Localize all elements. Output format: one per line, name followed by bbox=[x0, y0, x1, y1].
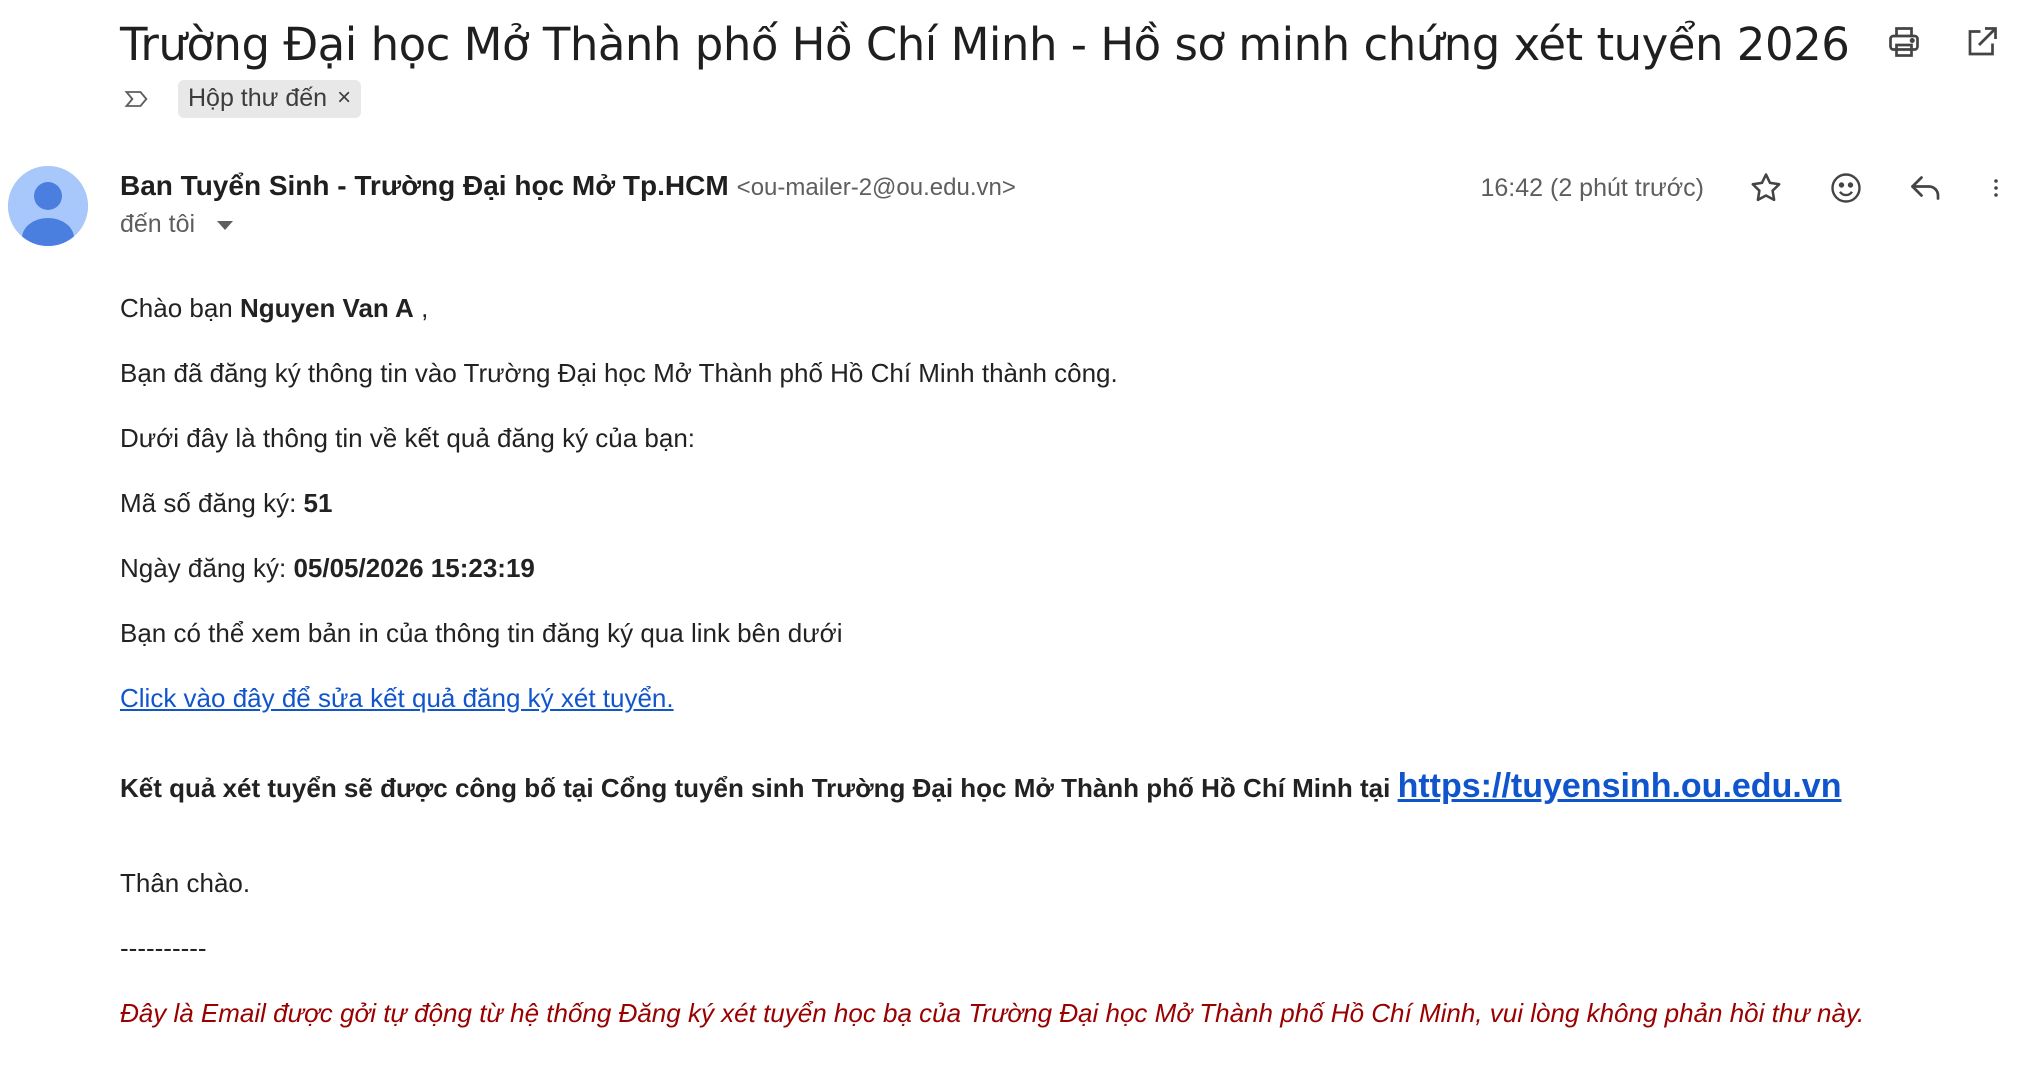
registration-date-value: 05/05/2026 15:23:19 bbox=[293, 553, 535, 583]
sender-line: Ban Tuyển Sinh - Trường Đại học Mở Tp.HC… bbox=[120, 168, 1016, 206]
recipient-name: Nguyen Van A bbox=[239, 293, 414, 323]
recipient-text: đến tôi bbox=[120, 210, 196, 238]
registration-number-line: Mã số đăng ký: 51 bbox=[120, 485, 332, 521]
announcement-line: Kết quả xét tuyển sẽ được công bố tại Cổ… bbox=[120, 768, 1841, 806]
admission-portal-link[interactable]: https://tuyensinh.ou.edu.vn bbox=[1398, 767, 1842, 805]
remove-label-button[interactable]: × bbox=[337, 84, 351, 112]
auto-email-notice: Đây là Email được gởi tự động từ hệ thốn… bbox=[120, 998, 1865, 1028]
greeting-prefix: Chào bạn bbox=[120, 293, 240, 323]
edit-link-line: Click vào đây để sửa kết quả đăng ký xét… bbox=[120, 680, 674, 716]
registration-date-label: Ngày đăng ký: bbox=[120, 553, 294, 583]
signature-separator: ---------- bbox=[120, 933, 207, 963]
greeting: Chào bạn Nguyen Van A , bbox=[120, 290, 428, 326]
message-timestamp: 16:42 (2 phút trước) bbox=[1480, 173, 1704, 202]
registration-number-label: Mã số đăng ký: bbox=[120, 488, 304, 518]
open-in-new-window-icon[interactable] bbox=[1960, 20, 2004, 64]
chevron-down-icon[interactable] bbox=[217, 221, 234, 230]
default-avatar-icon bbox=[8, 166, 88, 246]
email-view: Trường Đại học Mở Thành phố Hồ Chí Minh … bbox=[0, 0, 2026, 1068]
greeting-suffix: , bbox=[413, 293, 429, 323]
recipient-line: đến tôi bbox=[120, 210, 234, 239]
emoji-reaction-icon[interactable] bbox=[1824, 166, 1868, 210]
reply-icon[interactable] bbox=[1904, 166, 1948, 210]
more-vert-icon[interactable] bbox=[1984, 166, 2008, 210]
star-icon[interactable] bbox=[1744, 166, 1788, 210]
print-info-line: Bạn có thể xem bản in của thông tin đăng… bbox=[120, 618, 843, 648]
closing-line: Thân chào. bbox=[120, 868, 251, 898]
info-intro-line: Dưới đây là thông tin về kết quả đăng ký… bbox=[120, 423, 696, 453]
label-chip-inbox[interactable]: Hộp thư đến × bbox=[178, 80, 362, 118]
labels-row: Hộp thư đến × bbox=[122, 80, 362, 118]
success-line: Bạn đã đăng ký thông tin vào Trường Đại … bbox=[120, 358, 1118, 388]
announcement-text: Kết quả xét tuyển sẽ được công bố tại Cổ… bbox=[120, 773, 1398, 803]
importance-marker-icon[interactable] bbox=[122, 84, 152, 114]
message-actions bbox=[1744, 166, 2008, 210]
sender-email[interactable]: <ou-mailer-2@ou.edu.vn> bbox=[737, 174, 1016, 201]
message-meta: 16:42 (2 phút trước) bbox=[1480, 166, 2026, 210]
registration-date-line: Ngày đăng ký: 05/05/2026 15:23:19 bbox=[120, 550, 535, 586]
edit-registration-link[interactable]: Click vào đây để sửa kết quả đăng ký xét… bbox=[120, 683, 674, 713]
email-subject: Trường Đại học Mở Thành phố Hồ Chí Minh … bbox=[120, 18, 1850, 71]
print-icon[interactable] bbox=[1882, 20, 1926, 64]
sender-name[interactable]: Ban Tuyển Sinh - Trường Đại học Mở Tp.HC… bbox=[120, 170, 729, 201]
registration-number-value: 51 bbox=[303, 488, 333, 518]
label-chip-text: Hộp thư đến bbox=[188, 84, 328, 112]
header-actions bbox=[1882, 20, 2004, 64]
